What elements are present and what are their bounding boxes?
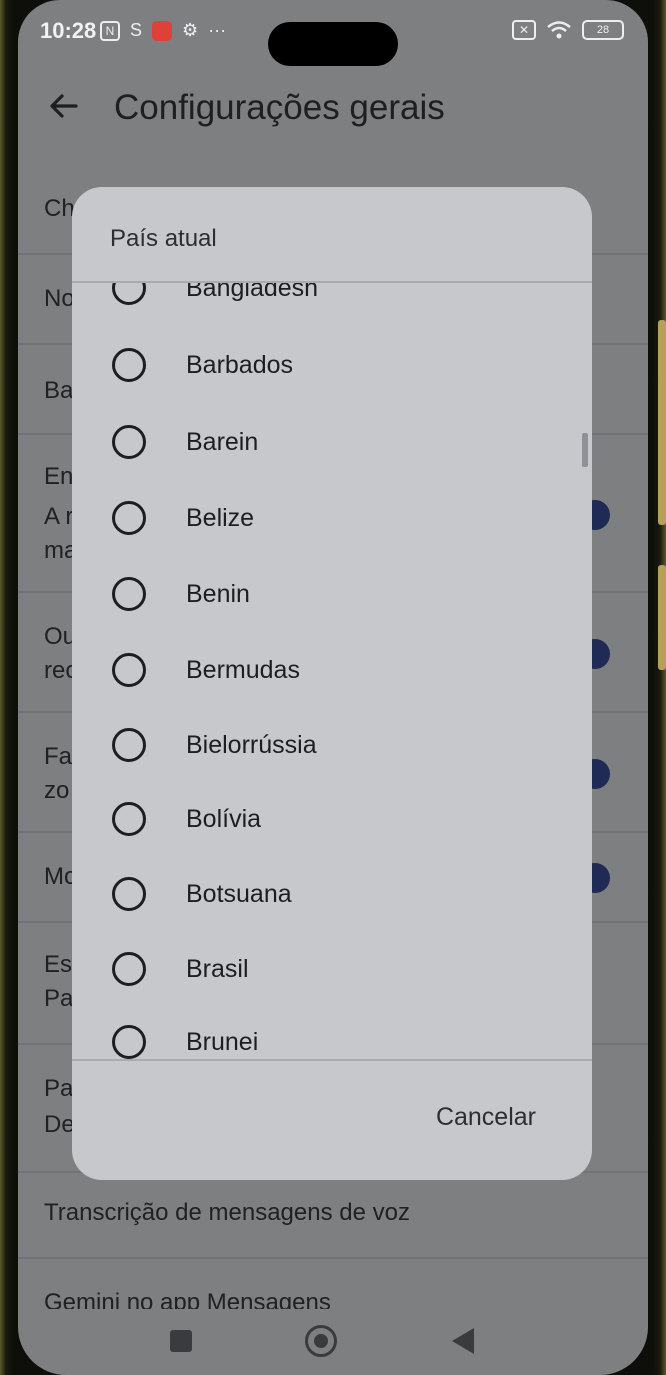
country-option[interactable]: Barein xyxy=(72,405,592,480)
country-option[interactable]: Botsuana xyxy=(72,857,592,932)
radio-button-icon[interactable] xyxy=(112,952,146,986)
status-time: 10:28 xyxy=(40,18,97,43)
sim-icon: ✕ xyxy=(512,20,536,40)
country-option[interactable]: Benin xyxy=(72,557,592,632)
country-label: Barbados xyxy=(186,351,294,379)
country-label: Botsuana xyxy=(186,880,292,908)
system-icons: ✕ 28 xyxy=(512,20,624,40)
country-label: Bolívia xyxy=(186,805,262,833)
country-option[interactable]: Brunei xyxy=(72,1005,592,1059)
camera-notch xyxy=(268,22,398,66)
navigation-bar xyxy=(18,1310,648,1370)
recent-apps-icon[interactable] xyxy=(170,1330,192,1352)
setting-row[interactable]: Gemini no app Mensagens xyxy=(18,1259,648,1309)
power-button xyxy=(658,565,666,670)
country-option[interactable]: Barbados xyxy=(72,328,592,403)
country-label: Barein xyxy=(186,428,259,456)
notification-icons: N S ⚙ ··· xyxy=(100,20,226,41)
setting-label: Pa xyxy=(44,1075,74,1102)
country-option[interactable]: Bielorrússia xyxy=(72,708,592,783)
setting-label: Transcrição de mensagens de voz xyxy=(44,1199,410,1226)
country-option[interactable]: Brasil xyxy=(72,932,592,1007)
setting-label: Gemini no app Mensagens xyxy=(44,1289,331,1309)
more-dots-icon: ··· xyxy=(208,20,227,40)
divider xyxy=(72,1059,592,1061)
status-bar: 10:28 N S ⚙ ··· ✕ 28 xyxy=(18,14,648,66)
setting-row[interactable]: Transcrição de mensagens de voz xyxy=(18,1173,648,1259)
dialog-title: País atual xyxy=(110,225,217,252)
gear-icon: ⚙ xyxy=(182,20,199,40)
country-option[interactable]: Belize xyxy=(72,481,592,556)
mail-app-icon xyxy=(152,20,173,41)
country-label: Bielorrússia xyxy=(186,731,317,759)
country-option[interactable]: Bolívia xyxy=(72,782,592,857)
radio-button-icon[interactable] xyxy=(112,728,146,762)
radio-button-icon[interactable] xyxy=(112,501,146,535)
radio-button-icon[interactable] xyxy=(112,1025,146,1059)
setting-description: zo xyxy=(44,777,70,804)
battery-icon: 28 xyxy=(582,20,624,40)
country-label: Brunei xyxy=(186,1028,259,1056)
setting-label: No xyxy=(44,285,75,312)
setting-description: Pa xyxy=(44,985,74,1012)
screen: Ch No Ba En A r ma Ou rec Fa zo Mo Es Pa… xyxy=(18,0,648,1375)
radio-button-icon[interactable] xyxy=(112,348,146,382)
back-triangle-icon[interactable] xyxy=(452,1328,474,1354)
radio-button-icon[interactable] xyxy=(112,802,146,836)
setting-label: Ba xyxy=(44,377,74,404)
app-header: Configurações gerais xyxy=(18,72,648,142)
wifi-icon xyxy=(547,21,571,39)
country-list[interactable]: Bangladesh Barbados Barein Belize Benin … xyxy=(72,283,592,1059)
country-option[interactable]: Bermudas xyxy=(72,633,592,708)
scrollbar[interactable] xyxy=(582,433,588,467)
radio-button-icon[interactable] xyxy=(112,877,146,911)
radio-button-icon[interactable] xyxy=(112,577,146,611)
home-icon[interactable] xyxy=(305,1325,337,1357)
setting-description: De xyxy=(44,1111,75,1138)
nfc-icon: N xyxy=(100,20,120,41)
setting-label: En xyxy=(44,463,74,490)
radio-button-icon[interactable] xyxy=(112,283,146,305)
radio-button-icon[interactable] xyxy=(112,425,146,459)
country-option[interactable]: Bangladesh xyxy=(72,283,592,326)
country-label: Bangladesh xyxy=(186,283,319,302)
country-label: Belize xyxy=(186,504,255,532)
volume-button xyxy=(658,320,666,525)
setting-label: Ch xyxy=(44,195,75,222)
cancel-button[interactable]: Cancelar xyxy=(436,1103,536,1132)
country-label: Benin xyxy=(186,580,250,608)
country-label: Brasil xyxy=(186,955,249,983)
s-app-icon: S xyxy=(130,20,143,40)
radio-button-icon[interactable] xyxy=(112,653,146,687)
back-arrow-icon[interactable] xyxy=(46,88,82,124)
country-dialog: País atual Bangladesh Barbados Barein Be… xyxy=(72,187,592,1180)
country-label: Bermudas xyxy=(186,656,300,684)
page-title: Configurações gerais xyxy=(114,88,445,127)
